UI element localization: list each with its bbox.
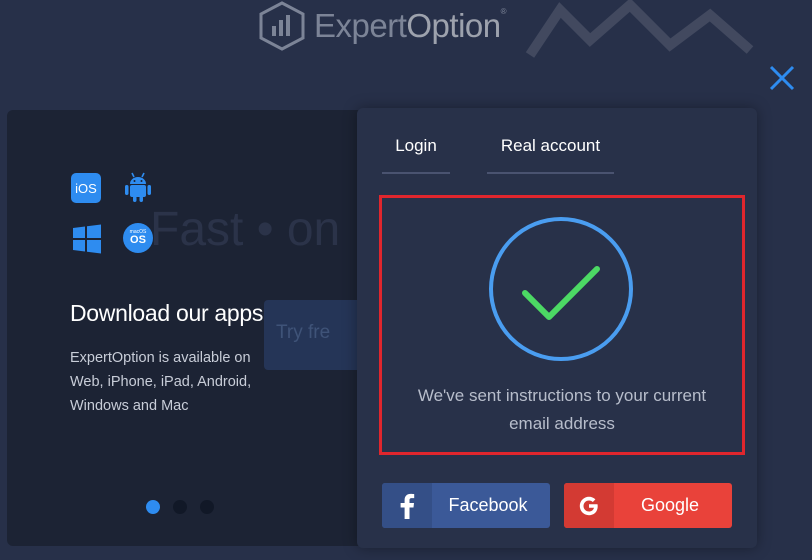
success-text: We've sent instructions to your current … (417, 386, 707, 433)
close-button[interactable] (766, 62, 798, 94)
slider-pagination (146, 500, 214, 514)
close-icon (769, 65, 795, 91)
slider-dot-2[interactable] (173, 500, 187, 514)
logo-hexagon-icon (259, 1, 305, 51)
slider-dot-1[interactable] (146, 500, 160, 514)
auth-panel: Login Real account We've sent instructio… (357, 108, 757, 548)
expertoption-logo: ExpertOption® (258, 0, 507, 52)
slide-description: ExpertOption is available on Web, iPhone… (70, 350, 252, 414)
slider-dot-3[interactable] (200, 500, 214, 514)
promo-slider: Fast • on Try fre iOS macOS OS Download … (7, 110, 367, 546)
logo-text: ExpertOption® (314, 7, 507, 44)
success-message-box: We've sent instructions to your current … (379, 195, 745, 455)
facebook-login-button[interactable]: Facebook (382, 483, 550, 528)
google-icon (564, 483, 614, 528)
tab-real-account[interactable]: Real account (487, 136, 614, 174)
ios-icon: iOS (71, 173, 101, 203)
windows-icon (73, 224, 101, 254)
background-headline: Fast • on (150, 203, 341, 256)
google-login-button[interactable]: Google (564, 483, 732, 528)
tab-login[interactable]: Login (382, 136, 450, 174)
background-decoration (525, 0, 754, 58)
success-check-icon (489, 217, 633, 361)
facebook-icon (382, 483, 432, 528)
slide-title: Download our apps (70, 300, 264, 326)
android-icon (125, 172, 151, 202)
macos-icon: macOS OS (123, 223, 153, 253)
